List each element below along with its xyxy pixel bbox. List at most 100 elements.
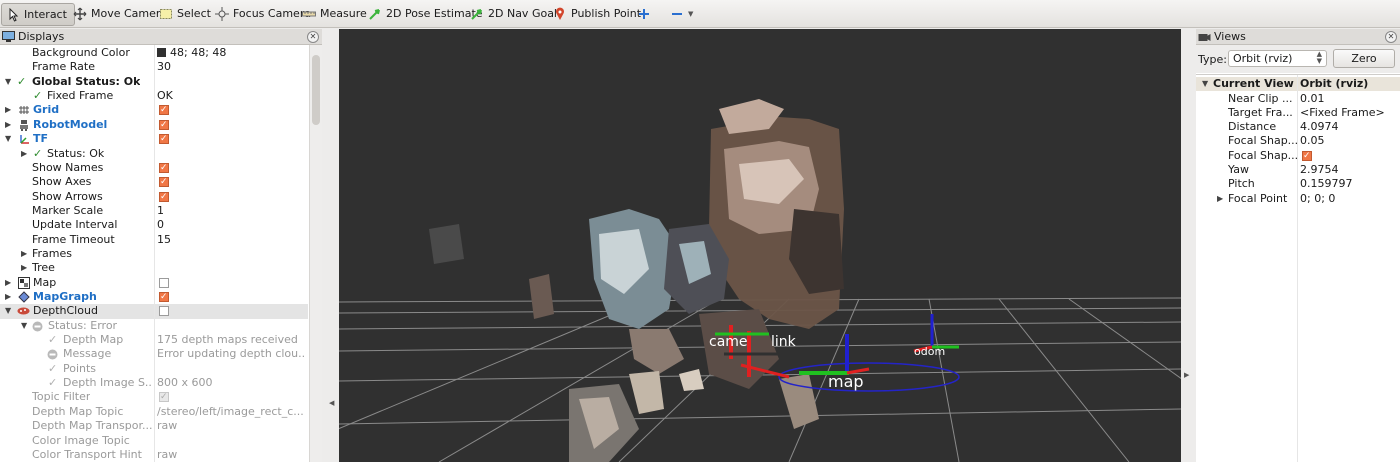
view-row-yaw[interactable]: Yaw 2.9754: [1196, 163, 1400, 177]
row-value: /stereo/left/image_rect_c...: [157, 404, 304, 418]
view-row-focal-shape-fixed[interactable]: Focal Shap...: [1196, 149, 1400, 163]
select-label: Select: [177, 7, 211, 20]
expanded-arrow-icon[interactable]: ▼: [21, 319, 27, 333]
view-row-focal-shape-size[interactable]: Focal Shap... 0.05: [1196, 134, 1400, 148]
row-label: MapGraph: [33, 290, 97, 303]
row-label: Target Fra...: [1228, 105, 1293, 119]
row-value: raw: [157, 419, 178, 433]
show-names-checkbox[interactable]: [159, 161, 169, 175]
collapse-left-arrow-icon[interactable]: ◀: [329, 399, 334, 407]
row-label: Update Interval: [32, 218, 118, 232]
3d-render-viewport[interactable]: came link odom map: [339, 29, 1181, 462]
row-label: Focal Shap...: [1228, 148, 1298, 162]
row-label: DepthCloud: [33, 304, 98, 318]
row-label: Focal Point: [1228, 191, 1288, 205]
show-axes-checkbox[interactable]: [159, 175, 169, 189]
collapsed-arrow-icon[interactable]: ▶: [5, 118, 11, 132]
view-row-pitch[interactable]: Pitch 0.159797: [1196, 177, 1400, 191]
row-value: 1: [157, 203, 164, 217]
add-tool-button[interactable]: [637, 3, 651, 24]
row-label: Frame Rate: [32, 60, 95, 74]
row-label: Message: [63, 347, 112, 361]
pose-estimate-tool-button[interactable]: 2D Pose Estimate: [368, 3, 483, 24]
row-value: 0.05: [1300, 134, 1325, 148]
row-value: OK: [157, 89, 173, 102]
row-label: Show Axes: [32, 175, 92, 189]
remove-tool-button[interactable]: ▼: [670, 3, 693, 24]
collapsed-arrow-icon[interactable]: ▶: [5, 276, 11, 290]
monitor-icon: [2, 31, 15, 42]
right-splitter[interactable]: ▶: [1181, 29, 1196, 462]
scrollbar-thumb[interactable]: [312, 55, 320, 125]
show-arrows-checkbox[interactable]: [159, 190, 169, 204]
row-value: 0.159797: [1300, 177, 1353, 191]
views-type-bar: Type: Orbit (rviz) ▲ ▼ Zero: [1196, 45, 1400, 73]
chevron-down-icon: ▼: [688, 9, 694, 18]
view-type-select[interactable]: Orbit (rviz) ▲ ▼: [1228, 50, 1327, 67]
interact-tool-button[interactable]: Interact: [1, 3, 75, 26]
row-value: 4.0974: [1300, 120, 1339, 134]
move-camera-tool-button[interactable]: Move Camera: [73, 3, 167, 24]
nav-goal-tool-button[interactable]: 2D Nav Goal: [470, 3, 557, 24]
focus-camera-label: Focus Camera: [233, 7, 312, 20]
focal-shape-fixed-checkbox[interactable]: [1302, 149, 1312, 163]
displays-panel: Displays ✕ Background Color 48; 48; 48 F…: [0, 29, 323, 462]
measure-tool-button[interactable]: Measure: [302, 3, 367, 24]
close-icon[interactable]: ✕: [1385, 31, 1397, 43]
row-label: Yaw: [1228, 163, 1249, 176]
row-value: 48; 48; 48: [157, 46, 305, 60]
row-value: 0: [157, 218, 164, 232]
cursor-icon: [6, 7, 20, 22]
collapsed-arrow-icon[interactable]: ▶: [5, 290, 11, 304]
row-value: 800 x 600: [157, 376, 213, 390]
collapsed-arrow-icon[interactable]: ▶: [1217, 192, 1223, 206]
focus-camera-tool-button[interactable]: Focus Camera: [215, 3, 311, 24]
row-label: Points: [63, 361, 97, 375]
row-value: <Fixed Frame>: [1300, 105, 1385, 119]
collapsed-arrow-icon[interactable]: ▶: [21, 247, 27, 261]
view-type-value: Orbit (rviz): [1233, 52, 1293, 65]
collapsed-arrow-icon[interactable]: ▶: [5, 103, 11, 117]
view-row-focal-point[interactable]: ▶ Focal Point 0; 0; 0: [1196, 192, 1400, 206]
collapse-right-arrow-icon[interactable]: ▶: [1184, 371, 1189, 379]
plus-icon: [637, 7, 651, 21]
row-label: Tree: [32, 261, 55, 275]
header-label: Current View: [1213, 77, 1294, 90]
row-label: Pitch: [1228, 177, 1255, 191]
header-value: Orbit (rviz): [1300, 77, 1369, 90]
map-enabled-checkbox[interactable]: [159, 277, 169, 288]
views-title-bar: Views ✕: [1196, 29, 1400, 45]
depthcloud-enabled-checkbox[interactable]: [159, 306, 169, 317]
expanded-arrow-icon[interactable]: ▼: [5, 75, 11, 89]
select-tool-button[interactable]: Select: [159, 3, 211, 24]
left-splitter[interactable]: ◀: [322, 29, 339, 462]
camera-icon: [1198, 32, 1211, 42]
collapsed-arrow-icon[interactable]: ▶: [21, 261, 27, 275]
view-row-near-clip[interactable]: Near Clip ... 0.01: [1196, 92, 1400, 106]
row-value: 0.01: [1300, 91, 1325, 105]
row-label: Status: Ok: [47, 146, 105, 160]
view-row-distance[interactable]: Distance 4.0974: [1196, 120, 1400, 134]
expanded-arrow-icon[interactable]: ▼: [5, 304, 11, 318]
main-toolbar: Interact Move Camera Select Focus Camera…: [0, 0, 1400, 28]
grid-enabled-checkbox[interactable]: [159, 103, 169, 117]
collapsed-arrow-icon[interactable]: ▶: [21, 147, 27, 161]
measure-label: Measure: [320, 7, 367, 20]
expanded-arrow-icon[interactable]: ▼: [1202, 77, 1208, 91]
row-label: Map: [33, 275, 57, 289]
publish-point-tool-button[interactable]: Publish Point: [553, 3, 641, 24]
view-row-target-frame[interactable]: Target Fra... <Fixed Frame>: [1196, 106, 1400, 120]
displays-scrollbar[interactable]: [309, 45, 323, 462]
row-label: Background Color: [32, 46, 130, 59]
ok-check-icon: ✓: [48, 376, 58, 390]
mapgraph-enabled-checkbox[interactable]: [159, 290, 169, 304]
expanded-arrow-icon[interactable]: ▼: [5, 132, 11, 146]
topic-filter-checkbox[interactable]: [159, 390, 169, 404]
row-label: TF: [33, 132, 49, 146]
tf-enabled-checkbox[interactable]: [159, 132, 169, 146]
robotmodel-enabled-checkbox[interactable]: [159, 118, 169, 132]
zero-button[interactable]: Zero: [1333, 49, 1395, 68]
row-label: Show Arrows: [32, 189, 103, 203]
current-view-header[interactable]: ▼ Current View Orbit (rviz): [1196, 77, 1400, 92]
close-icon[interactable]: ✕: [307, 31, 319, 43]
